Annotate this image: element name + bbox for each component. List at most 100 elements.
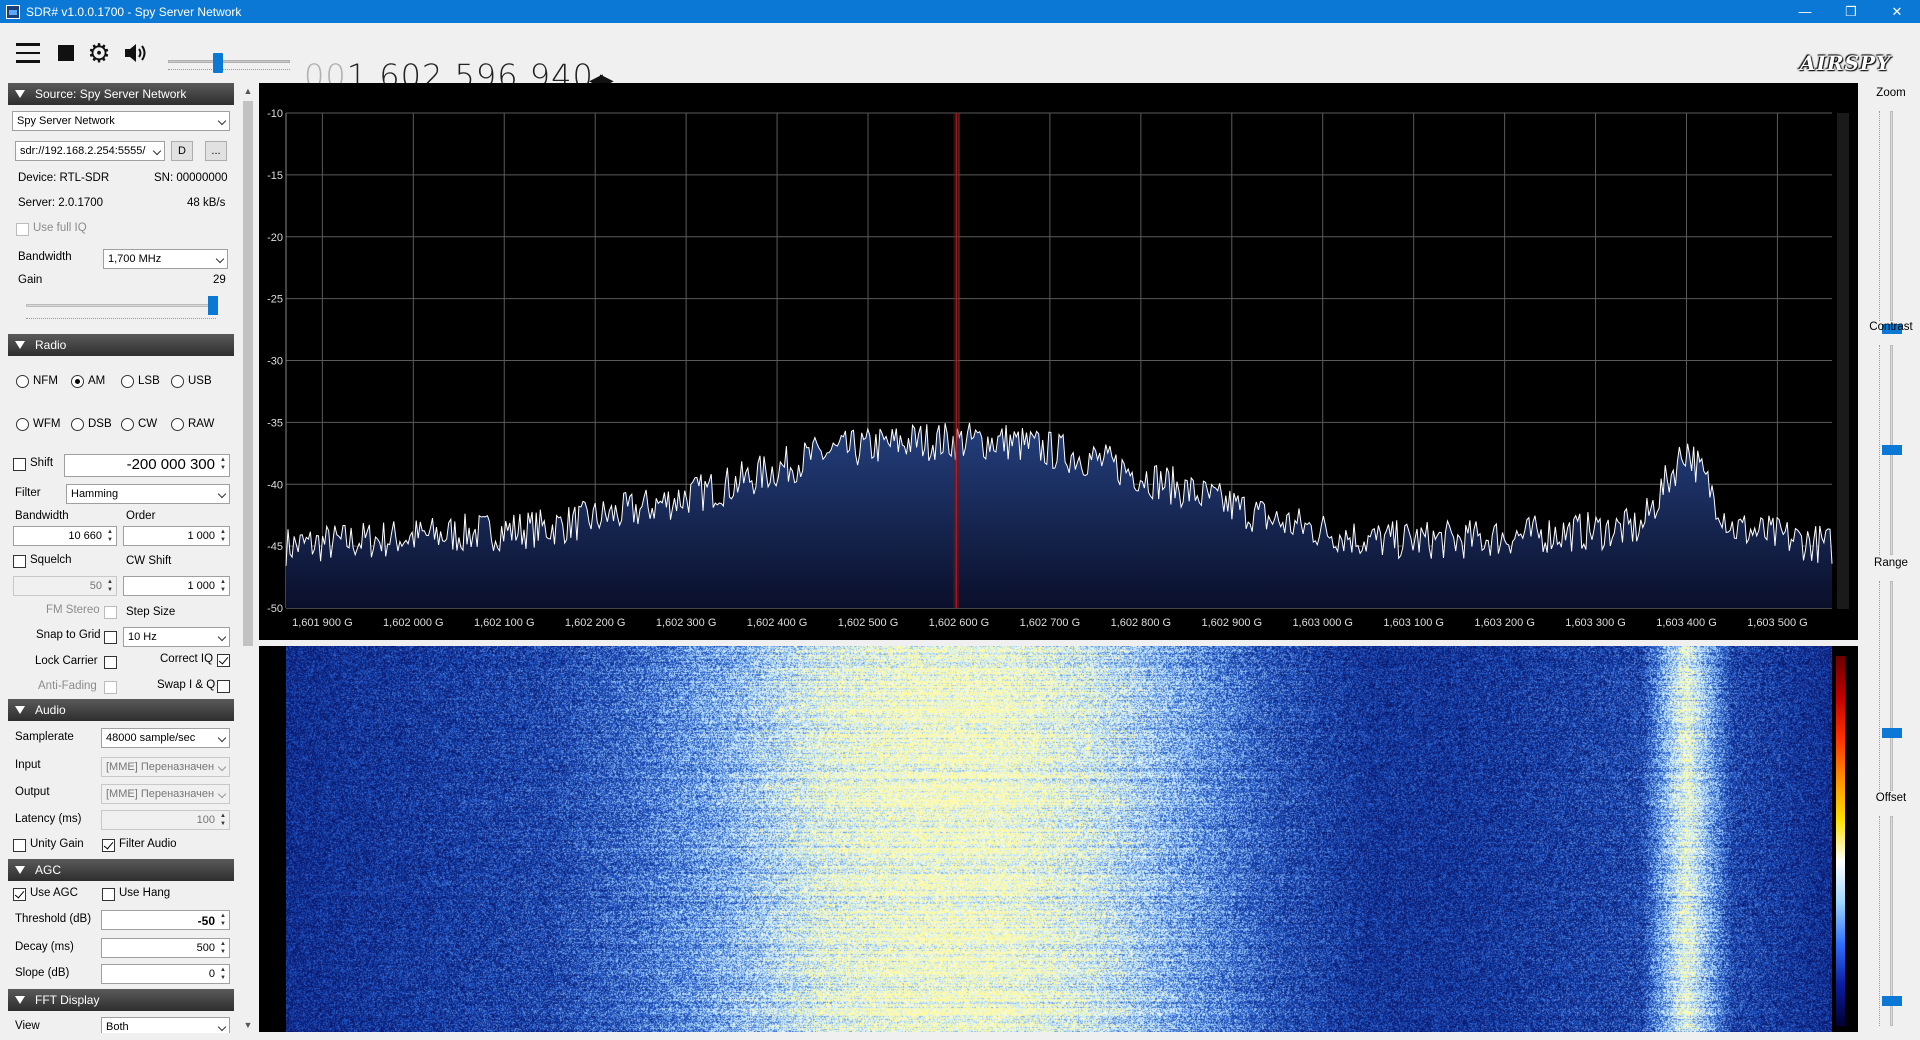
view-select[interactable]: Both bbox=[101, 1017, 230, 1033]
correct-iq-checkbox[interactable] bbox=[217, 654, 230, 667]
offset-slider-thumb[interactable] bbox=[1882, 996, 1902, 1006]
restore-button[interactable]: ❐ bbox=[1828, 0, 1874, 23]
use-hang-checkbox[interactable] bbox=[102, 888, 115, 901]
gain-slider-thumb[interactable] bbox=[208, 296, 218, 315]
y-tick-label: -40 bbox=[267, 479, 283, 491]
mode-dsb-radio[interactable] bbox=[71, 418, 84, 431]
order-input[interactable]: 1 000 ▲ ▼ bbox=[123, 526, 230, 546]
disconnect-button[interactable]: D bbox=[171, 141, 193, 161]
source-options-button[interactable]: ... bbox=[205, 141, 227, 161]
x-tick-label: 1,602 600 G bbox=[929, 617, 990, 629]
spectrum-analyzer[interactable]: -10 -15 -20 -25 -30 -35 -40 -45 -50 1,601 900 G 1,… bbox=[259, 83, 1858, 640]
step-size-select[interactable]: 10 Hz bbox=[123, 627, 230, 647]
source-select[interactable]: Spy Server Network bbox=[12, 111, 230, 131]
mode-usb-label: USB bbox=[188, 375, 212, 387]
radio-bandwidth-input[interactable]: 10 660 ▲ ▼ bbox=[13, 526, 117, 546]
threshold-input[interactable]: -50 ▲ ▼ bbox=[101, 910, 230, 930]
squelch-input[interactable]: 50 ▲ ▼ bbox=[13, 576, 117, 596]
fft-header-label: FFT Display bbox=[35, 993, 100, 1007]
swap-iq-checkbox[interactable] bbox=[217, 680, 230, 693]
latency-label: Latency (ms) bbox=[15, 813, 82, 825]
mode-wfm-radio[interactable] bbox=[16, 418, 29, 431]
hamburger-menu-icon[interactable] bbox=[14, 40, 42, 66]
zoom-slider[interactable] bbox=[1879, 111, 1903, 334]
output-device-select[interactable]: [MME] Переназначен bbox=[101, 784, 230, 804]
anti-fading-checkbox[interactable] bbox=[104, 681, 117, 694]
stop-icon[interactable] bbox=[52, 40, 80, 66]
scrollbar-thumb[interactable] bbox=[243, 101, 253, 646]
input-device-select[interactable]: [MME] Переназначен bbox=[101, 757, 230, 777]
title-bar: SDR# v1.0.0.1700 - Spy Server Network — … bbox=[0, 0, 1920, 23]
correct-iq-label: Correct IQ bbox=[160, 653, 214, 665]
close-button[interactable]: ✕ bbox=[1874, 0, 1920, 23]
lock-carrier-checkbox[interactable] bbox=[104, 656, 117, 669]
waterfall-canvas[interactable] bbox=[286, 646, 1832, 1032]
radio-section-header[interactable]: Radio bbox=[8, 334, 234, 356]
cw-shift-input[interactable]: 1 000 ▲ ▼ bbox=[123, 576, 230, 596]
collapse-triangle-icon bbox=[15, 90, 25, 98]
source-bandwidth-label: Bandwidth bbox=[18, 251, 72, 263]
contrast-slider-thumb[interactable] bbox=[1882, 445, 1902, 455]
audio-section-header[interactable]: Audio bbox=[8, 699, 234, 721]
view-label: View bbox=[15, 1020, 40, 1032]
offset-slider[interactable] bbox=[1879, 816, 1903, 1026]
use-full-iq-checkbox[interactable] bbox=[16, 223, 29, 236]
filter-audio-checkbox[interactable] bbox=[102, 839, 115, 852]
x-tick-label: 1,602 800 G bbox=[1111, 617, 1172, 629]
range-slider-thumb[interactable] bbox=[1882, 728, 1902, 738]
agc-section-header[interactable]: AGC bbox=[8, 859, 234, 881]
x-tick-label: 1,602 300 G bbox=[656, 617, 717, 629]
volume-slider-thumb[interactable] bbox=[213, 53, 223, 73]
shift-spinner[interactable]: ▲ ▼ bbox=[218, 456, 228, 472]
fft-section-header[interactable]: FFT Display bbox=[8, 989, 234, 1011]
waterfall-display[interactable] bbox=[259, 646, 1858, 1032]
y-tick-label: -50 bbox=[267, 603, 283, 615]
snap-to-grid-checkbox[interactable] bbox=[104, 631, 117, 644]
fm-stereo-label: FM Stereo bbox=[46, 604, 100, 616]
x-tick-label: 1,603 400 G bbox=[1656, 617, 1717, 629]
shift-input[interactable]: -200 000 300 ▲ ▼ bbox=[64, 454, 230, 477]
server-uri-input[interactable]: sdr://192.168.2.254:5555/ bbox=[15, 141, 165, 161]
use-hang-label: Use Hang bbox=[119, 887, 171, 899]
control-panel-scrollbar[interactable]: ▲ ▼ bbox=[240, 83, 256, 1033]
y-tick-label: -35 bbox=[267, 417, 283, 429]
latency-input[interactable]: 100 ▲ ▼ bbox=[101, 810, 230, 830]
contrast-slider[interactable] bbox=[1879, 345, 1903, 555]
collapse-triangle-icon bbox=[15, 996, 25, 1004]
swap-iq-label: Swap I & Q bbox=[157, 679, 216, 691]
decay-input[interactable]: 500 ▲ ▼ bbox=[101, 938, 230, 958]
server-uri-value: sdr://192.168.2.254:5555/ bbox=[20, 145, 146, 157]
mode-usb-radio[interactable] bbox=[171, 375, 184, 388]
scroll-down-arrow-icon[interactable]: ▼ bbox=[240, 1017, 256, 1033]
shift-checkbox[interactable] bbox=[13, 458, 26, 471]
app-icon bbox=[6, 4, 20, 19]
fm-stereo-checkbox[interactable] bbox=[104, 606, 117, 619]
source-bandwidth-select[interactable]: 1,700 MHz bbox=[103, 249, 228, 269]
x-tick-label: 1,603 100 G bbox=[1383, 617, 1444, 629]
gear-icon[interactable]: ⚙ bbox=[85, 38, 113, 68]
use-agc-checkbox[interactable] bbox=[13, 888, 26, 901]
mode-cw-radio[interactable] bbox=[121, 418, 134, 431]
gain-slider[interactable] bbox=[26, 296, 222, 324]
unity-gain-checkbox[interactable] bbox=[13, 839, 26, 852]
y-tick-label: -30 bbox=[267, 356, 283, 368]
filter-select[interactable]: Hamming bbox=[66, 484, 230, 504]
use-agc-label: Use AGC bbox=[30, 887, 78, 899]
mode-raw-radio[interactable] bbox=[171, 418, 184, 431]
volume-icon[interactable] bbox=[122, 40, 150, 66]
collapse-triangle-icon bbox=[15, 866, 25, 874]
samplerate-select[interactable]: 48000 sample/sec bbox=[101, 728, 230, 748]
minimize-button[interactable]: — bbox=[1782, 0, 1828, 23]
slope-input[interactable]: 0 ▲ ▼ bbox=[101, 964, 230, 984]
mode-am-radio[interactable] bbox=[71, 375, 84, 388]
range-slider[interactable] bbox=[1879, 581, 1903, 791]
radio-header-label: Radio bbox=[35, 338, 67, 352]
spectrum-plot[interactable]: -10 -15 -20 -25 -30 -35 -40 -45 -50 1,601 900 G 1,… bbox=[259, 83, 1858, 640]
collapse-triangle-icon bbox=[15, 706, 25, 714]
source-section-header[interactable]: Source: Spy Server Network bbox=[8, 83, 234, 105]
x-tick-label: 1,602 400 G bbox=[747, 617, 808, 629]
mode-lsb-radio[interactable] bbox=[121, 375, 134, 388]
mode-nfm-radio[interactable] bbox=[16, 375, 29, 388]
squelch-checkbox[interactable] bbox=[13, 555, 26, 568]
scroll-up-arrow-icon[interactable]: ▲ bbox=[240, 83, 256, 99]
